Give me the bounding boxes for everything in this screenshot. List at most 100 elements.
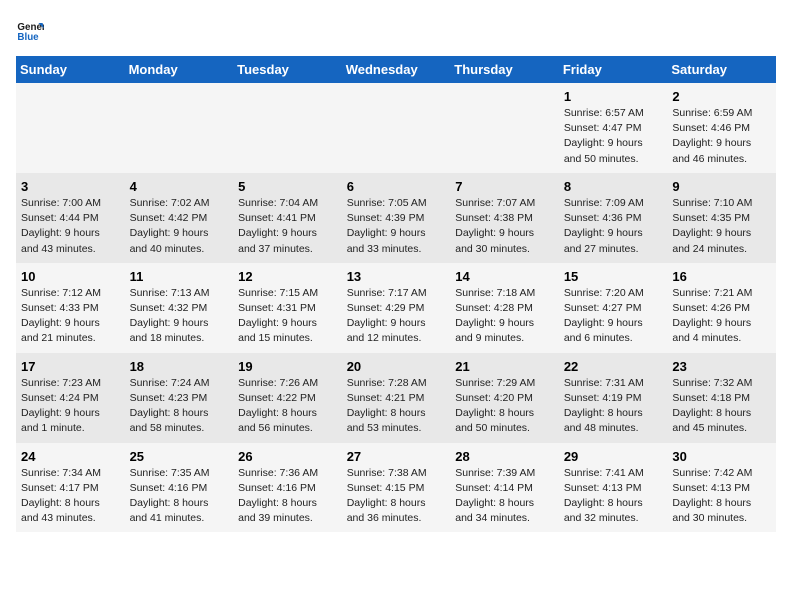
day-info: Sunrise: 7:32 AM Sunset: 4:18 PM Dayligh… [672,376,771,437]
day-number: 7 [455,179,554,194]
day-number: 20 [347,359,446,374]
day-info: Sunrise: 6:59 AM Sunset: 4:46 PM Dayligh… [672,106,771,167]
day-info: Sunrise: 7:39 AM Sunset: 4:14 PM Dayligh… [455,466,554,527]
day-number: 8 [564,179,663,194]
day-info: Sunrise: 7:15 AM Sunset: 4:31 PM Dayligh… [238,286,337,347]
day-info: Sunrise: 7:28 AM Sunset: 4:21 PM Dayligh… [347,376,446,437]
day-info: Sunrise: 7:38 AM Sunset: 4:15 PM Dayligh… [347,466,446,527]
day-info: Sunrise: 7:00 AM Sunset: 4:44 PM Dayligh… [21,196,120,257]
day-info: Sunrise: 7:34 AM Sunset: 4:17 PM Dayligh… [21,466,120,527]
day-info: Sunrise: 7:41 AM Sunset: 4:13 PM Dayligh… [564,466,663,527]
calendar-cell: 3 Sunrise: 7:00 AM Sunset: 4:44 PM Daylig… [16,173,125,263]
day-number: 21 [455,359,554,374]
header: General Blue [16,16,776,44]
calendar-cell: 10Sunrise: 7:12 AM Sunset: 4:33 PM Dayli… [16,263,125,353]
calendar-cell [450,83,559,173]
day-number: 27 [347,449,446,464]
logo: General Blue [16,16,48,44]
day-info: Sunrise: 7:13 AM Sunset: 4:32 PM Dayligh… [130,286,229,347]
calendar-table: SundayMondayTuesdayWednesdayThursdayFrid… [16,56,776,532]
day-info: Sunrise: 7:17 AM Sunset: 4:29 PM Dayligh… [347,286,446,347]
day-number: 26 [238,449,337,464]
svg-text:Blue: Blue [17,32,39,43]
weekday-header: Friday [559,56,668,83]
day-number: 19 [238,359,337,374]
day-number: 9 [672,179,771,194]
day-number: 28 [455,449,554,464]
day-info: Sunrise: 7:05 AM Sunset: 4:39 PM Dayligh… [347,196,446,257]
calendar-cell: 20 Sunrise: 7:28 AM Sunset: 4:21 PM Dayli… [342,353,451,443]
calendar-cell: 17 Sunrise: 7:23 AM Sunset: 4:24 PM Dayli… [16,353,125,443]
calendar-cell: 4 Sunrise: 7:02 AM Sunset: 4:42 PM Daylig… [125,173,234,263]
day-info: Sunrise: 7:02 AM Sunset: 4:42 PM Dayligh… [130,196,229,257]
day-info: Sunrise: 7:26 AM Sunset: 4:22 PM Dayligh… [238,376,337,437]
calendar-week-row: 1 Sunrise: 6:57 AM Sunset: 4:47 PM Daylig… [16,83,776,173]
day-number: 13 [347,269,446,284]
calendar-cell: 27 Sunrise: 7:38 AM Sunset: 4:15 PM Dayli… [342,443,451,533]
day-number: 16 [672,269,771,284]
day-number: 5 [238,179,337,194]
calendar-cell [342,83,451,173]
day-number: 3 [21,179,120,194]
day-info: Sunrise: 7:04 AM Sunset: 4:41 PM Dayligh… [238,196,337,257]
day-number: 1 [564,89,663,104]
day-info: Sunrise: 7:31 AM Sunset: 4:19 PM Dayligh… [564,376,663,437]
weekday-header: Wednesday [342,56,451,83]
day-info: Sunrise: 7:36 AM Sunset: 4:16 PM Dayligh… [238,466,337,527]
calendar-cell [16,83,125,173]
day-number: 24 [21,449,120,464]
calendar-cell [125,83,234,173]
day-info: Sunrise: 7:18 AM Sunset: 4:28 PM Dayligh… [455,286,554,347]
day-number: 25 [130,449,229,464]
weekday-header: Thursday [450,56,559,83]
calendar-cell: 16 Sunrise: 7:21 AM Sunset: 4:26 PM Dayli… [667,263,776,353]
day-number: 29 [564,449,663,464]
calendar-week-row: 24 Sunrise: 7:34 AM Sunset: 4:17 PM Dayli… [16,443,776,533]
calendar-cell [233,83,342,173]
day-number: 10 [21,269,120,284]
calendar-cell: 7 Sunrise: 7:07 AM Sunset: 4:38 PM Daylig… [450,173,559,263]
day-number: 4 [130,179,229,194]
weekday-header: Monday [125,56,234,83]
weekday-header-row: SundayMondayTuesdayWednesdayThursdayFrid… [16,56,776,83]
weekday-header: Tuesday [233,56,342,83]
calendar-cell: 9 Sunrise: 7:10 AM Sunset: 4:35 PM Daylig… [667,173,776,263]
calendar-cell: 1 Sunrise: 6:57 AM Sunset: 4:47 PM Daylig… [559,83,668,173]
calendar-cell: 21Sunrise: 7:29 AM Sunset: 4:20 PM Dayli… [450,353,559,443]
calendar-cell: 23 Sunrise: 7:32 AM Sunset: 4:18 PM Dayli… [667,353,776,443]
calendar-cell: 6Sunrise: 7:05 AM Sunset: 4:39 PM Daylig… [342,173,451,263]
day-number: 22 [564,359,663,374]
day-number: 18 [130,359,229,374]
calendar-cell: 12Sunrise: 7:15 AM Sunset: 4:31 PM Dayli… [233,263,342,353]
calendar-week-row: 17 Sunrise: 7:23 AM Sunset: 4:24 PM Dayli… [16,353,776,443]
day-number: 30 [672,449,771,464]
day-info: Sunrise: 7:35 AM Sunset: 4:16 PM Dayligh… [130,466,229,527]
calendar-cell: 18 Sunrise: 7:24 AM Sunset: 4:23 PM Dayli… [125,353,234,443]
day-info: Sunrise: 7:21 AM Sunset: 4:26 PM Dayligh… [672,286,771,347]
day-info: Sunrise: 7:10 AM Sunset: 4:35 PM Dayligh… [672,196,771,257]
day-info: Sunrise: 6:57 AM Sunset: 4:47 PM Dayligh… [564,106,663,167]
day-info: Sunrise: 7:23 AM Sunset: 4:24 PM Dayligh… [21,376,120,437]
calendar-cell: 26 Sunrise: 7:36 AM Sunset: 4:16 PM Dayli… [233,443,342,533]
calendar-cell: 13 Sunrise: 7:17 AM Sunset: 4:29 PM Dayli… [342,263,451,353]
calendar-week-row: 3 Sunrise: 7:00 AM Sunset: 4:44 PM Daylig… [16,173,776,263]
calendar-cell: 14 Sunrise: 7:18 AM Sunset: 4:28 PM Dayli… [450,263,559,353]
day-info: Sunrise: 7:07 AM Sunset: 4:38 PM Dayligh… [455,196,554,257]
day-number: 14 [455,269,554,284]
calendar-week-row: 10Sunrise: 7:12 AM Sunset: 4:33 PM Dayli… [16,263,776,353]
day-number: 17 [21,359,120,374]
day-info: Sunrise: 7:42 AM Sunset: 4:13 PM Dayligh… [672,466,771,527]
calendar-cell: 2Sunrise: 6:59 AM Sunset: 4:46 PM Daylig… [667,83,776,173]
calendar-cell: 29 Sunrise: 7:41 AM Sunset: 4:13 PM Dayli… [559,443,668,533]
calendar-cell: 15Sunrise: 7:20 AM Sunset: 4:27 PM Dayli… [559,263,668,353]
calendar-cell: 8 Sunrise: 7:09 AM Sunset: 4:36 PM Daylig… [559,173,668,263]
calendar-cell: 30 Sunrise: 7:42 AM Sunset: 4:13 PM Dayli… [667,443,776,533]
calendar-cell: 22 Sunrise: 7:31 AM Sunset: 4:19 PM Dayli… [559,353,668,443]
day-info: Sunrise: 7:24 AM Sunset: 4:23 PM Dayligh… [130,376,229,437]
day-number: 23 [672,359,771,374]
calendar-cell: 28 Sunrise: 7:39 AM Sunset: 4:14 PM Dayli… [450,443,559,533]
day-info: Sunrise: 7:09 AM Sunset: 4:36 PM Dayligh… [564,196,663,257]
weekday-header: Saturday [667,56,776,83]
calendar-cell: 19 Sunrise: 7:26 AM Sunset: 4:22 PM Dayli… [233,353,342,443]
day-number: 11 [130,269,229,284]
